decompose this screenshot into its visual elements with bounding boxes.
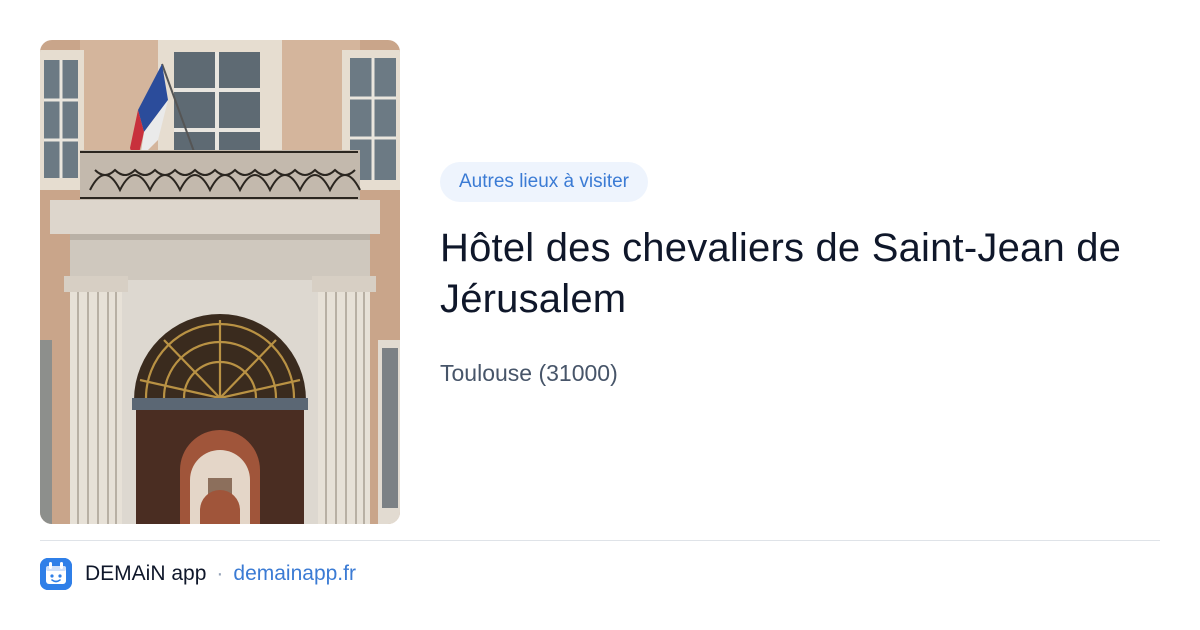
footer-divider [40, 540, 1160, 541]
place-title: Hôtel des chevaliers de Saint-Jean de Jé… [440, 226, 1122, 321]
app-website-link[interactable]: demainapp.fr [233, 562, 356, 586]
place-location: Toulouse (31000) [440, 360, 618, 386]
app-name: DEMAiN app [85, 562, 207, 585]
demain-app-icon [40, 558, 72, 590]
category-badge[interactable]: Autres lieux à visiter [440, 162, 649, 202]
footer-separator: · [216, 562, 224, 585]
place-photo [40, 40, 400, 524]
place-details: Autres lieux à visiter Hôtel des chevali… [440, 162, 1160, 387]
footer: DEMAiN app · demainapp.fr [40, 558, 356, 590]
